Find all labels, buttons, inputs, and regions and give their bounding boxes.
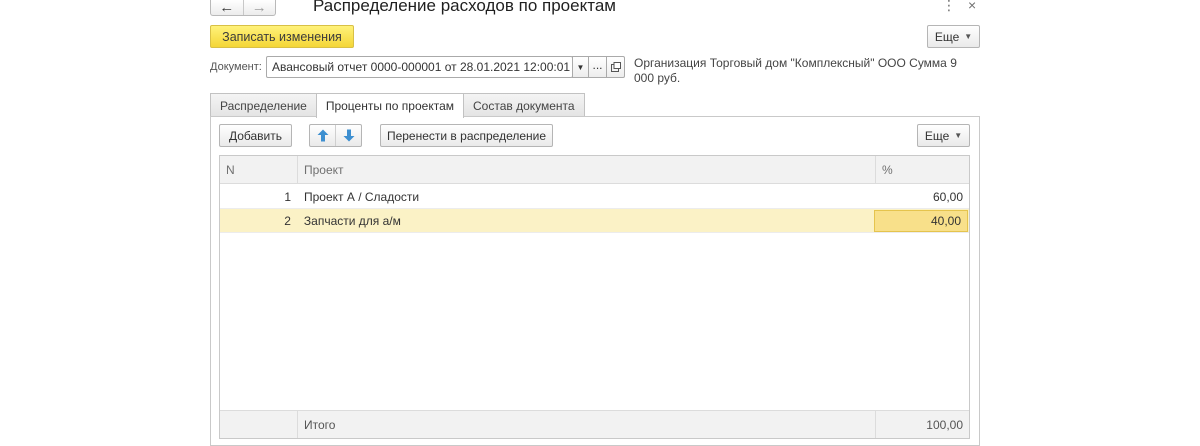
column-header-percent[interactable]: %: [875, 156, 969, 183]
row-percent[interactable]: 60,00: [875, 185, 969, 208]
open-window-icon: [610, 62, 621, 72]
document-label: Документ:: [210, 61, 262, 73]
back-icon[interactable]: ←: [211, 0, 243, 15]
table-more-button[interactable]: Еще ▼: [917, 124, 970, 147]
table-footer: Итого 100,00: [220, 410, 969, 438]
tab-project-percentages[interactable]: Проценты по проектам: [315, 93, 464, 118]
chevron-down-icon: ▼: [576, 62, 585, 72]
document-open-button[interactable]: [606, 56, 625, 78]
document-select-button[interactable]: ...: [588, 56, 607, 78]
row-project[interactable]: Проект А / Сладости: [297, 185, 875, 208]
row-project[interactable]: Запчасти для а/м: [297, 209, 874, 232]
column-header-project[interactable]: Проект: [297, 156, 875, 183]
tab-document-contents[interactable]: Состав документа: [463, 93, 585, 117]
add-button[interactable]: Добавить: [219, 124, 292, 147]
save-changes-label: Записать изменения: [222, 29, 342, 44]
tab-distribution[interactable]: Распределение: [210, 93, 317, 117]
table-header: N Проект %: [220, 156, 969, 184]
project-percentages-table: N Проект % 1 Проект А / Сладости 60,00 2…: [219, 155, 970, 439]
document-field[interactable]: Авансовый отчет 0000-000001 от 28.01.202…: [266, 56, 573, 78]
add-label: Добавить: [228, 128, 283, 143]
table-more-label: Еще: [924, 128, 950, 143]
more-button[interactable]: Еще ▼: [927, 25, 980, 48]
row-percent-focused[interactable]: 40,00: [874, 210, 968, 232]
close-icon[interactable]: ×: [968, 0, 976, 13]
table-row[interactable]: 1 Проект А / Сладости 60,00: [220, 185, 969, 209]
arrow-up-icon: [317, 129, 328, 142]
move-down-button[interactable]: [335, 125, 361, 146]
move-up-button[interactable]: [310, 125, 335, 146]
row-number: 1: [284, 189, 291, 204]
ellipsis-label: ...: [592, 58, 603, 72]
row-number: 2: [284, 213, 291, 228]
tab-bar: Распределение Проценты по проектам Соста…: [210, 93, 585, 118]
table-row-selected[interactable]: 2 Запчасти для а/м 40,00: [220, 209, 969, 233]
save-changes-button[interactable]: Записать изменения: [210, 25, 354, 48]
chevron-down-icon: ▼: [954, 131, 963, 140]
document-info: Организация Торговый дом "Комплексный" О…: [634, 56, 957, 85]
document-dropdown-button[interactable]: ▼: [572, 56, 589, 78]
transfer-to-distribution-button[interactable]: Перенести в распределение: [380, 124, 553, 147]
footer-total-label: Итого: [297, 411, 875, 438]
arrow-down-icon: [343, 129, 354, 142]
footer-empty-cell: [220, 411, 297, 438]
move-buttons: [309, 124, 362, 147]
column-header-n[interactable]: N: [220, 156, 297, 183]
more-actions-icon[interactable]: ⋮: [942, 0, 956, 14]
forward-icon[interactable]: →: [242, 0, 276, 15]
more-label: Еще: [934, 29, 960, 44]
navigation-buttons: ← →: [210, 0, 276, 16]
window-title: Распределение расходов по проектам: [313, 0, 616, 15]
footer-total-value: 100,00: [875, 411, 969, 438]
transfer-label: Перенести в распределение: [386, 128, 547, 143]
chevron-down-icon: ▼: [964, 32, 973, 41]
